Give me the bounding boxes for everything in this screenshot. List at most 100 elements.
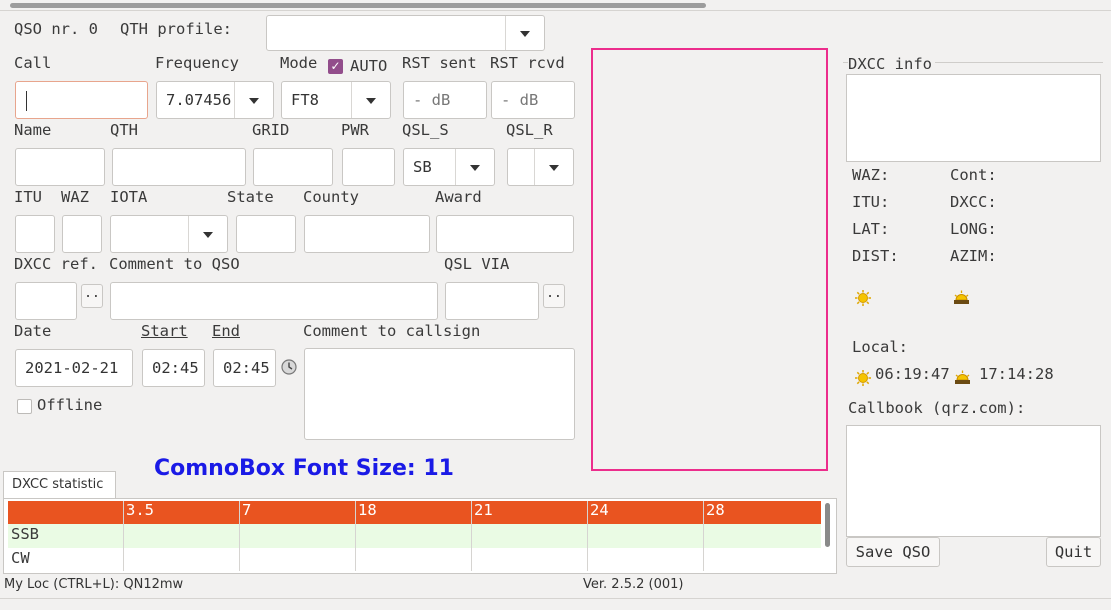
county-input[interactable] — [304, 215, 430, 253]
date-input[interactable]: 2021-02-21 — [15, 349, 133, 387]
quit-button[interactable]: Quit — [1046, 537, 1101, 567]
mode-row-label: CW — [11, 549, 30, 567]
rst-sent-label: RST sent — [402, 54, 477, 72]
band-header-cell: 3.5 — [126, 501, 154, 519]
top-scrollbar-thumb[interactable] — [10, 3, 706, 8]
lat-info-label: LAT: — [852, 220, 890, 238]
rst-rcvd-input[interactable]: - dB — [491, 81, 575, 119]
itu-input[interactable] — [15, 215, 55, 253]
itu-info-label: ITU: — [852, 193, 890, 211]
sunset-icon — [954, 369, 971, 385]
name-input[interactable] — [15, 148, 105, 186]
chevron-down-icon[interactable] — [234, 82, 273, 118]
highlight-frame — [591, 48, 828, 471]
sunset-time: 17:14:28 — [979, 365, 1054, 383]
auto-label: AUTO — [350, 57, 388, 75]
rst-rcvd-label: RST rcvd — [490, 54, 565, 72]
mode-combo[interactable]: FT8 — [281, 81, 391, 119]
iota-combo[interactable] — [110, 215, 228, 253]
start-label[interactable]: Start — [141, 322, 188, 340]
end-label[interactable]: End — [212, 322, 240, 340]
dxcc-info-box — [846, 74, 1101, 162]
check-icon: ✓ — [330, 59, 341, 73]
dist-info-label: DIST: — [852, 247, 899, 265]
frequency-combo[interactable]: 7.07456 — [156, 81, 274, 119]
qsl-via-browse-button[interactable]: .. — [543, 284, 565, 308]
offline-checkbox[interactable] — [17, 399, 32, 414]
qsl-via-label: QSL VIA — [444, 255, 510, 273]
ssb-row — [8, 524, 821, 548]
chevron-down-icon[interactable] — [188, 216, 227, 252]
cont-info-label: Cont: — [950, 166, 997, 184]
county-label: County — [303, 188, 359, 206]
column-divider — [703, 501, 704, 571]
frequency-label: Frequency — [155, 54, 239, 72]
end-time-input[interactable]: 02:45 — [213, 349, 276, 387]
comment-qso-label: Comment to QSO — [109, 255, 240, 273]
dxcc-ref-input[interactable] — [15, 282, 77, 320]
chevron-down-icon[interactable] — [505, 16, 544, 50]
column-divider — [123, 501, 124, 571]
azim-info-label: AZIM: — [950, 247, 997, 265]
band-header-cell: 21 — [474, 501, 493, 519]
qth-input[interactable] — [112, 148, 246, 186]
callbook-label: Callbook (qrz.com): — [848, 399, 1026, 417]
column-divider — [587, 501, 588, 571]
clock-icon[interactable] — [281, 359, 297, 375]
qso-number: QSO nr. 0 — [14, 20, 98, 38]
local-label: Local: — [852, 338, 908, 356]
call-label: Call — [14, 54, 52, 72]
mode-row-label: SSB — [11, 525, 39, 543]
text-cursor — [26, 91, 27, 111]
qsl-s-value: SB — [413, 158, 432, 176]
column-divider — [239, 501, 240, 571]
sunrise-icon — [855, 290, 871, 306]
qsl-via-input[interactable] — [445, 282, 539, 320]
dxcc-ref-browse-button[interactable]: .. — [81, 284, 103, 308]
qsl-s-combo[interactable]: SB — [403, 148, 495, 186]
frequency-value: 7.07456 — [166, 91, 232, 109]
pwr-input[interactable] — [342, 148, 395, 186]
qsl-r-label: QSL_R — [506, 121, 553, 139]
my-location-status[interactable]: My Loc (CTRL+L): QN12mw — [4, 577, 183, 592]
callbook-box — [846, 425, 1101, 537]
waz-label: WAZ — [61, 188, 89, 206]
state-input[interactable] — [236, 215, 296, 253]
cw-row — [8, 548, 821, 571]
offline-label: Offline — [37, 396, 103, 414]
long-info-label: LONG: — [950, 220, 997, 238]
sunrise-time: 06:19:47 — [875, 365, 950, 383]
grid-input[interactable] — [253, 148, 333, 186]
combobox-font-size-note: ComnoBox Font Size: 11 — [154, 456, 454, 481]
qth-label: QTH — [110, 121, 138, 139]
comment-qso-input[interactable] — [110, 282, 438, 320]
stats-scrollbar-thumb[interactable] — [825, 503, 830, 547]
column-divider — [355, 501, 356, 571]
qth-profile-combo[interactable] — [266, 15, 545, 51]
band-header-cell: 18 — [358, 501, 377, 519]
chevron-down-icon[interactable] — [351, 82, 390, 118]
comment-callsign-label: Comment to callsign — [303, 322, 481, 340]
waz-info-label: WAZ: — [852, 166, 890, 184]
award-input[interactable] — [436, 215, 574, 253]
start-time-input[interactable]: 02:45 — [142, 349, 205, 387]
iota-label: IOTA — [110, 188, 148, 206]
bottom-border — [0, 598, 1111, 599]
rst-sent-input[interactable]: - dB — [403, 81, 487, 119]
pwr-label: PWR — [341, 121, 369, 139]
tab-dxcc-statistic[interactable]: DXCC statistic — [3, 471, 116, 499]
column-divider — [471, 501, 472, 571]
comment-callsign-textarea[interactable] — [304, 348, 575, 440]
auto-checkbox[interactable]: ✓ — [328, 59, 343, 74]
qsl-r-combo[interactable] — [507, 148, 574, 186]
date-label: Date — [14, 322, 52, 340]
band-header-cell: 24 — [590, 501, 609, 519]
version-status: Ver. 2.5.2 (001) — [583, 577, 684, 592]
state-label: State — [227, 188, 274, 206]
save-qso-button[interactable]: Save QSO — [846, 537, 940, 567]
chevron-down-icon[interactable] — [455, 149, 494, 185]
waz-input[interactable] — [62, 215, 102, 253]
band-header-cell: 7 — [242, 501, 252, 519]
chevron-down-icon[interactable] — [534, 149, 573, 185]
call-input[interactable] — [15, 81, 148, 119]
